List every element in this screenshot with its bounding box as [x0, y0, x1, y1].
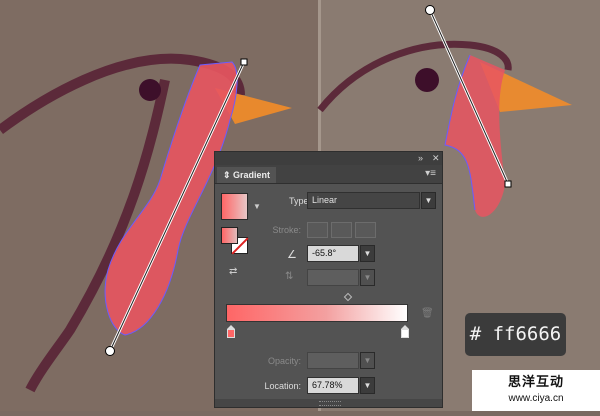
angle-input[interactable]: -65.8° [307, 245, 359, 262]
bird2-end-handle [504, 180, 512, 188]
close-icon[interactable]: ✕ [432, 153, 440, 164]
stroke-across-button[interactable] [355, 222, 376, 238]
location-input[interactable]: 67.78% [307, 377, 359, 394]
fill-gradient-icon[interactable] [221, 227, 238, 244]
reverse-gradient-icon[interactable]: ⇄ [229, 266, 243, 278]
aspect-ratio-input[interactable] [307, 269, 359, 286]
gradient-swatch[interactable] [221, 193, 248, 220]
fill-stroke-widget[interactable] [221, 227, 249, 255]
gradient-stop-end[interactable] [401, 325, 410, 339]
opacity-label: Opacity: [267, 356, 301, 366]
bird2-eye [415, 68, 439, 92]
panel-footer [215, 399, 442, 407]
bird-eye [139, 79, 161, 101]
gradient-stop-start[interactable] [227, 325, 236, 339]
type-dropdown-icon[interactable]: ▼ [421, 192, 436, 209]
panel-tab-row: ⇕ Gradient ▾≡ [215, 165, 442, 184]
gradient-end-handle [240, 58, 248, 66]
watermark-url: www.ciya.cn [508, 393, 564, 404]
panel-title-bar[interactable]: » ✕ [215, 152, 442, 165]
gradient-origin-handle [105, 346, 115, 356]
hex-color-callout: # ff6666 [465, 313, 566, 356]
tab-gradient-label: Gradient [233, 170, 271, 180]
tab-gradient[interactable]: ⇕ Gradient [217, 167, 277, 183]
bird2-origin-handle [425, 5, 435, 15]
watermark-text: 思洋互动 [507, 374, 564, 389]
aspect-ratio-icon: ⇅ [285, 271, 294, 282]
collapse-panel-icon[interactable]: » [418, 153, 423, 163]
opacity-dropdown-icon[interactable]: ▼ [360, 352, 375, 369]
angle-dropdown-icon[interactable]: ▼ [360, 245, 375, 262]
angle-icon: ∠ [287, 249, 297, 261]
type-label: Type: [288, 196, 311, 206]
stroke-along-button[interactable] [331, 222, 352, 238]
opacity-input[interactable] [307, 352, 359, 369]
panel-resize-grip[interactable] [319, 401, 341, 406]
type-select[interactable]: Linear [307, 192, 420, 209]
location-label: Location: [264, 381, 301, 391]
stroke-within-button[interactable] [307, 222, 328, 238]
gradient-midpoint-diamond[interactable] [343, 292, 353, 302]
stroke-label: Stroke: [272, 225, 301, 235]
gradient-slider[interactable] [226, 304, 408, 322]
panel-menu-icon[interactable]: ▾≡ [425, 168, 436, 179]
location-dropdown-icon[interactable]: ▼ [360, 377, 375, 394]
watermark: 思洋互动 www.ciya.cn [472, 370, 600, 411]
delete-stop-icon[interactable]: 🗑 [421, 308, 434, 319]
aspect-dropdown-icon[interactable]: ▼ [360, 269, 375, 286]
gradient-panel: » ✕ ⇕ Gradient ▾≡ ▼ ⇄ Type: Linear ▼ Str… [214, 151, 443, 408]
